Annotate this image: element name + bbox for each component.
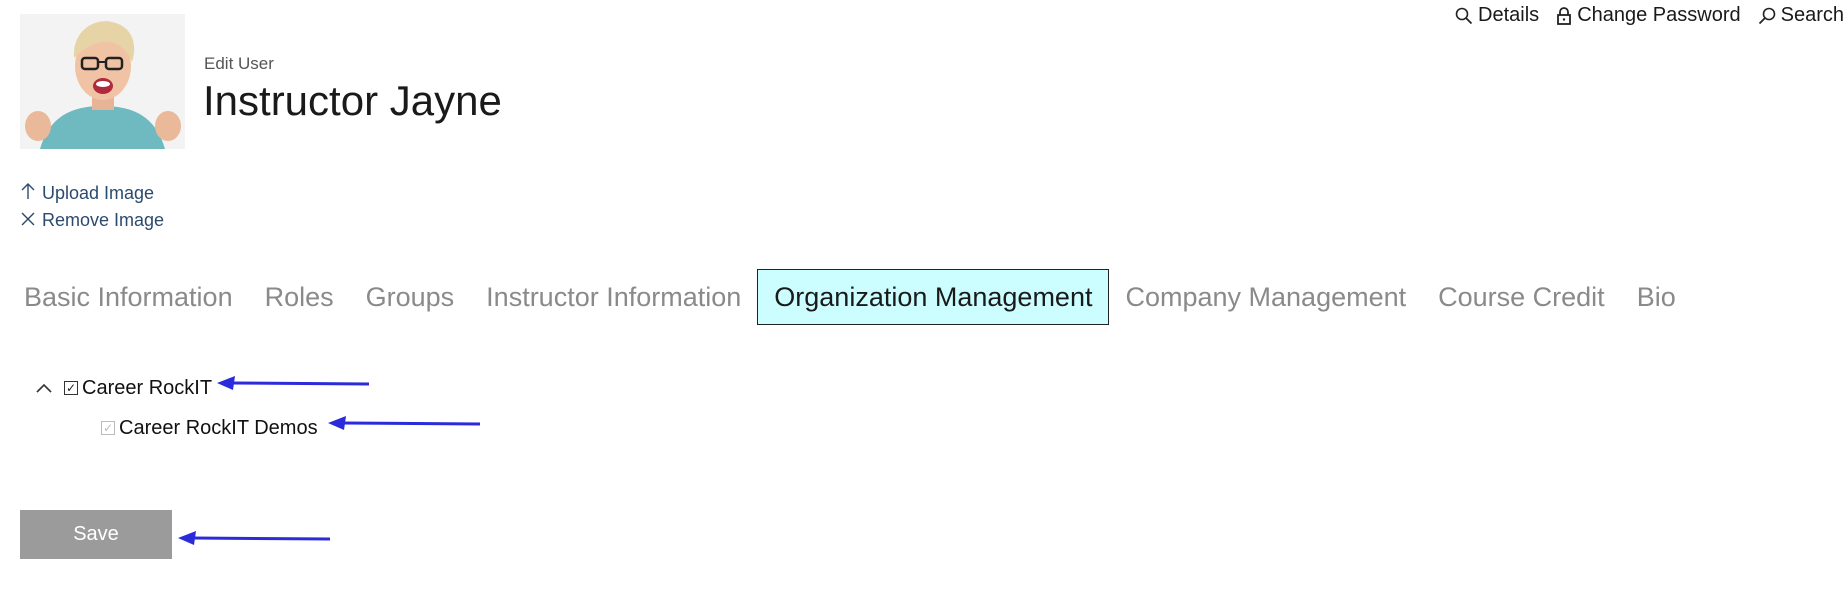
tab-company-management[interactable]: Company Management [1109,269,1422,325]
remove-image-link[interactable]: Remove Image [20,207,164,234]
page-title: Instructor Jayne [203,77,502,124]
lock-icon [1555,6,1573,26]
remove-image-label: Remove Image [42,210,165,230]
annotation-arrow-icon [178,531,331,545]
change-password-link-label: Change Password [1577,4,1741,26]
tab-bar: Basic Information Roles Groups Instructo… [8,268,1692,326]
chevron-up-icon[interactable] [34,378,54,398]
edit-user-label: Edit User [204,54,274,73]
close-icon [20,209,36,232]
tab-organization-management[interactable]: Organization Management [757,269,1110,325]
tab-course-credit[interactable]: Course Credit [1422,269,1621,325]
change-password-link[interactable]: Change Password [1555,4,1741,27]
details-link-label: Details [1478,4,1540,26]
arrow-up-icon [20,182,36,206]
career-rockit-checkbox[interactable]: ✓ [64,381,78,395]
avatar [20,14,185,149]
upload-image-label: Upload Image [42,183,155,203]
career-rockit-demos-checkbox[interactable]: ✓ [101,421,115,435]
annotation-arrow-icon [217,376,370,390]
tab-instructor-information[interactable]: Instructor Information [470,269,757,325]
career-rockit-label: Career RockIT [82,376,213,399]
image-actions: Upload Image Remove Image [20,180,164,234]
search-link[interactable]: Search [1757,4,1844,27]
upload-image-link[interactable]: Upload Image [20,180,164,207]
details-link[interactable]: Details [1454,4,1539,27]
search-link-label: Search [1780,4,1844,26]
search-icon [1454,6,1474,26]
tab-groups[interactable]: Groups [350,269,471,325]
top-links: Details Change Password Search [1454,4,1844,27]
save-button[interactable]: Save [20,510,172,559]
search-icon [1757,6,1777,26]
tree-item-career-rockit-demos: ✓ Career RockIT Demos [34,408,318,448]
tab-bio[interactable]: Bio [1621,269,1692,325]
tab-roles[interactable]: Roles [249,269,350,325]
annotation-arrow-icon [328,416,481,430]
tab-basic-information[interactable]: Basic Information [8,269,249,325]
career-rockit-demos-label: Career RockIT Demos [119,416,318,439]
